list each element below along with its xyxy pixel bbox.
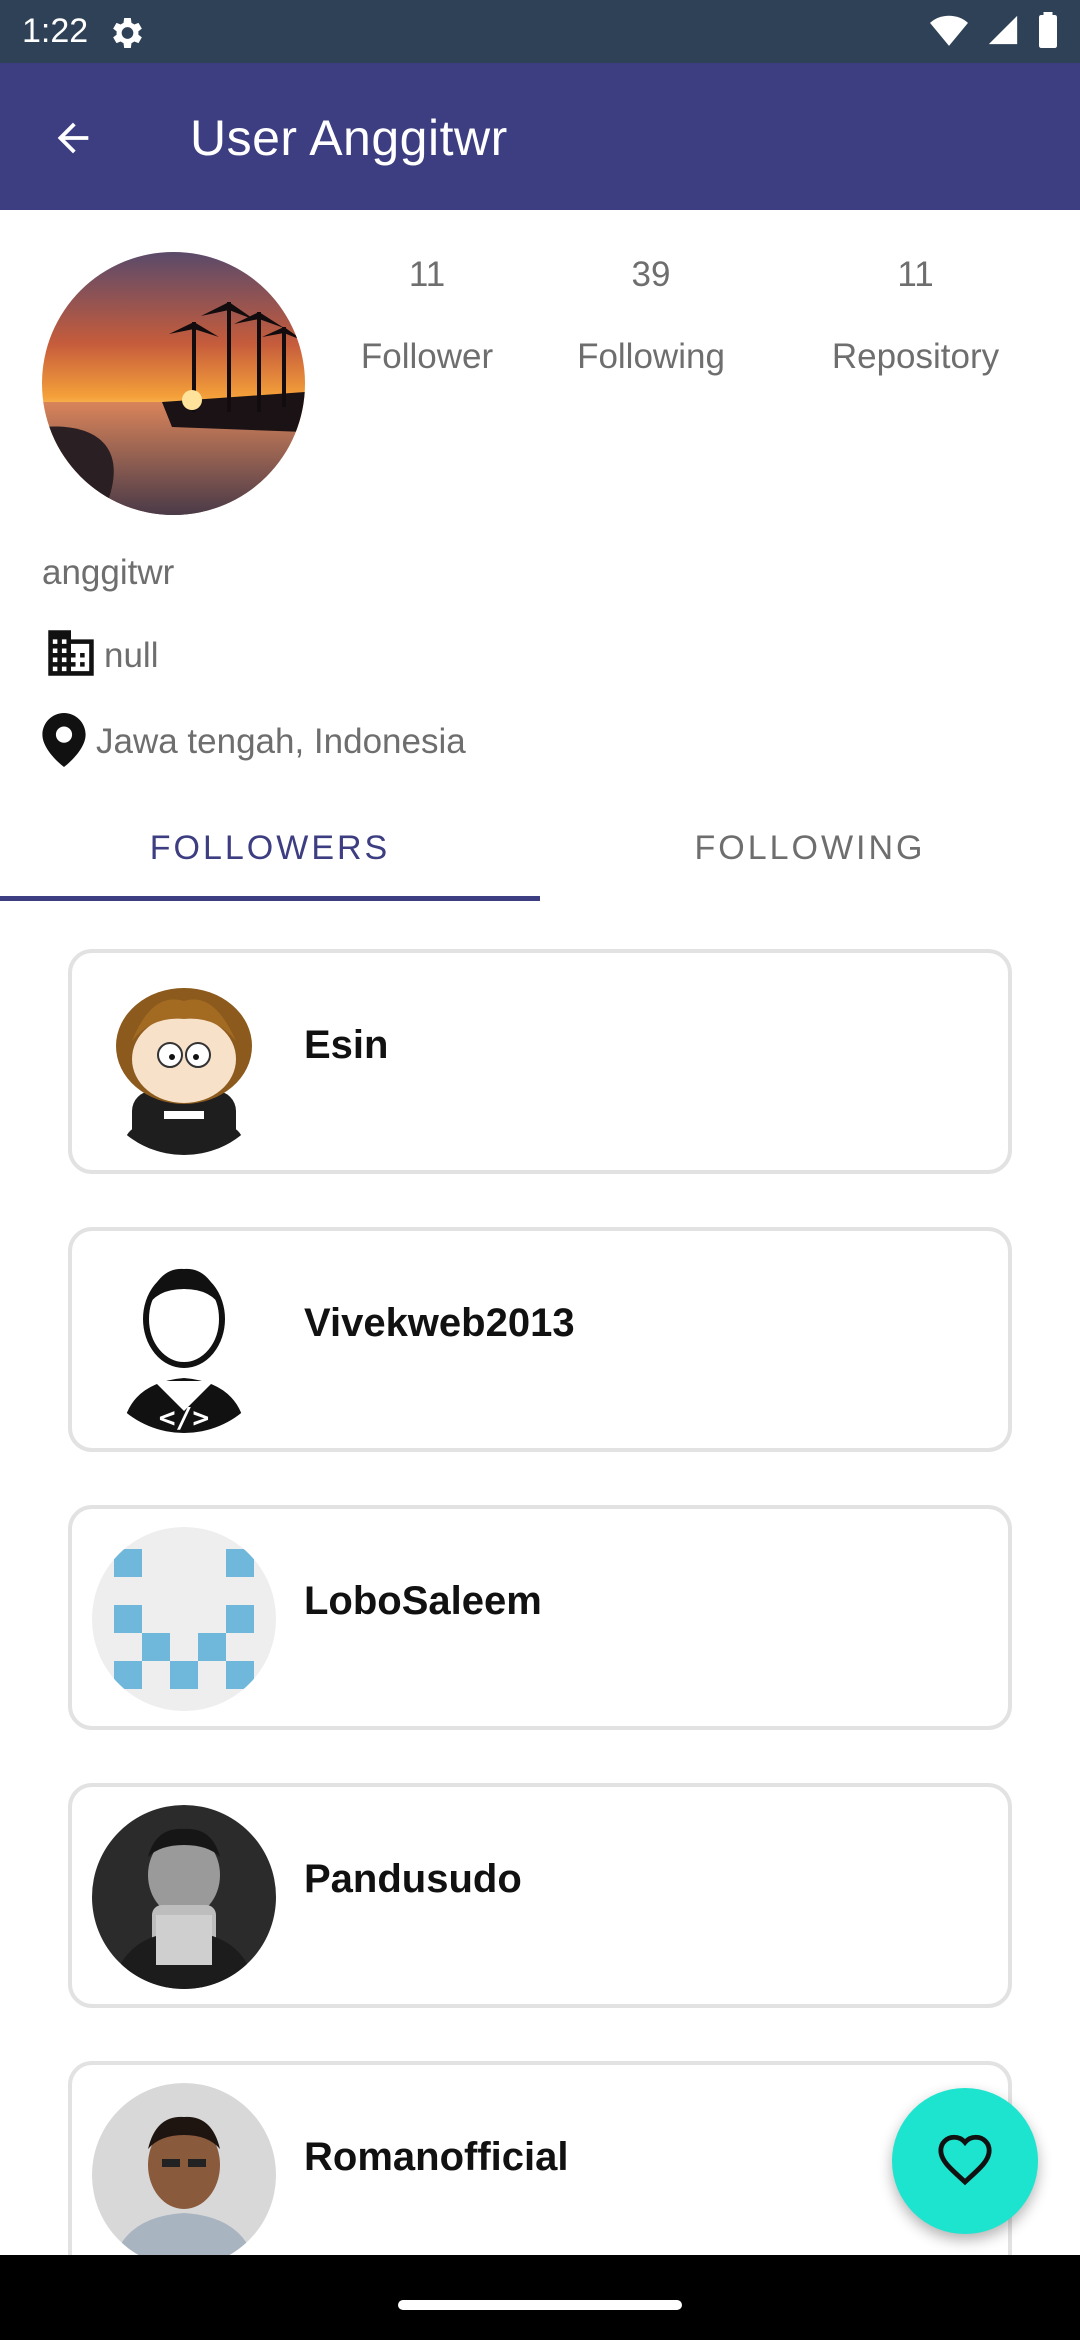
follower-name: Vivekweb2013 bbox=[304, 1301, 575, 1345]
avatar: </> bbox=[92, 1249, 276, 1433]
follower-stat: 11 Follower bbox=[352, 255, 502, 377]
avatar bbox=[92, 1805, 276, 1989]
status-bar: 1:22 bbox=[0, 0, 1080, 63]
signal-icon bbox=[986, 13, 1020, 52]
following-stat: 39 Following bbox=[566, 255, 736, 377]
tab-following[interactable]: FOLLOWING bbox=[540, 795, 1080, 901]
profile-avatar bbox=[42, 252, 305, 515]
list-item[interactable]: Esin bbox=[68, 949, 1012, 1174]
settings-gear-icon bbox=[106, 13, 146, 53]
app-bar: User Anggitwr bbox=[0, 63, 1080, 210]
followers-list[interactable]: Esin </> Vivekweb2013 LoboSaleem Pandusu… bbox=[0, 901, 1080, 2255]
location-pin-icon bbox=[42, 712, 86, 772]
avatar bbox=[92, 1527, 276, 1711]
home-gesture-handle[interactable] bbox=[398, 2300, 682, 2310]
status-icons bbox=[930, 11, 1058, 53]
profile-username: anggitwr bbox=[42, 553, 175, 592]
favorite-button[interactable] bbox=[892, 2088, 1038, 2234]
avatar bbox=[92, 971, 276, 1155]
company-row: null bbox=[42, 628, 158, 683]
wifi-icon bbox=[930, 14, 968, 51]
back-arrow-icon[interactable] bbox=[38, 103, 108, 173]
following-count: 39 bbox=[631, 255, 671, 294]
location-row: Jawa tengah, Indonesia bbox=[42, 712, 466, 772]
repository-count: 11 bbox=[897, 255, 934, 294]
battery-icon bbox=[1038, 11, 1058, 53]
status-time: 1:22 bbox=[22, 12, 89, 50]
follower-name: Romanofficial bbox=[304, 2135, 569, 2179]
list-item[interactable]: LoboSaleem bbox=[68, 1505, 1012, 1730]
repository-stat: 11 Repository bbox=[818, 255, 1013, 377]
avatar bbox=[92, 2083, 276, 2255]
list-item[interactable]: </> Vivekweb2013 bbox=[68, 1227, 1012, 1452]
follower-label: Follower bbox=[360, 337, 494, 376]
building-icon bbox=[42, 628, 100, 683]
tab-bar: FOLLOWERS FOLLOWING bbox=[0, 795, 1080, 901]
follower-name: Pandusudo bbox=[304, 1857, 522, 1901]
following-label: Following bbox=[577, 337, 725, 376]
list-item[interactable]: Pandusudo bbox=[68, 1783, 1012, 2008]
system-nav-bar bbox=[0, 2255, 1080, 2340]
profile-location: Jawa tengah, Indonesia bbox=[96, 722, 466, 761]
list-item[interactable]: Romanofficial bbox=[68, 2061, 1012, 2255]
follower-count: 11 bbox=[408, 255, 446, 294]
heart-icon bbox=[936, 2132, 994, 2191]
repository-label: Repository bbox=[831, 337, 1000, 376]
page-title: User Anggitwr bbox=[190, 110, 508, 166]
profile-company: null bbox=[104, 635, 159, 675]
follower-name: Esin bbox=[304, 1023, 389, 1067]
svg-text:</>: </> bbox=[159, 1401, 210, 1433]
follower-name: LoboSaleem bbox=[304, 1579, 542, 1623]
tab-followers[interactable]: FOLLOWERS bbox=[0, 795, 540, 901]
